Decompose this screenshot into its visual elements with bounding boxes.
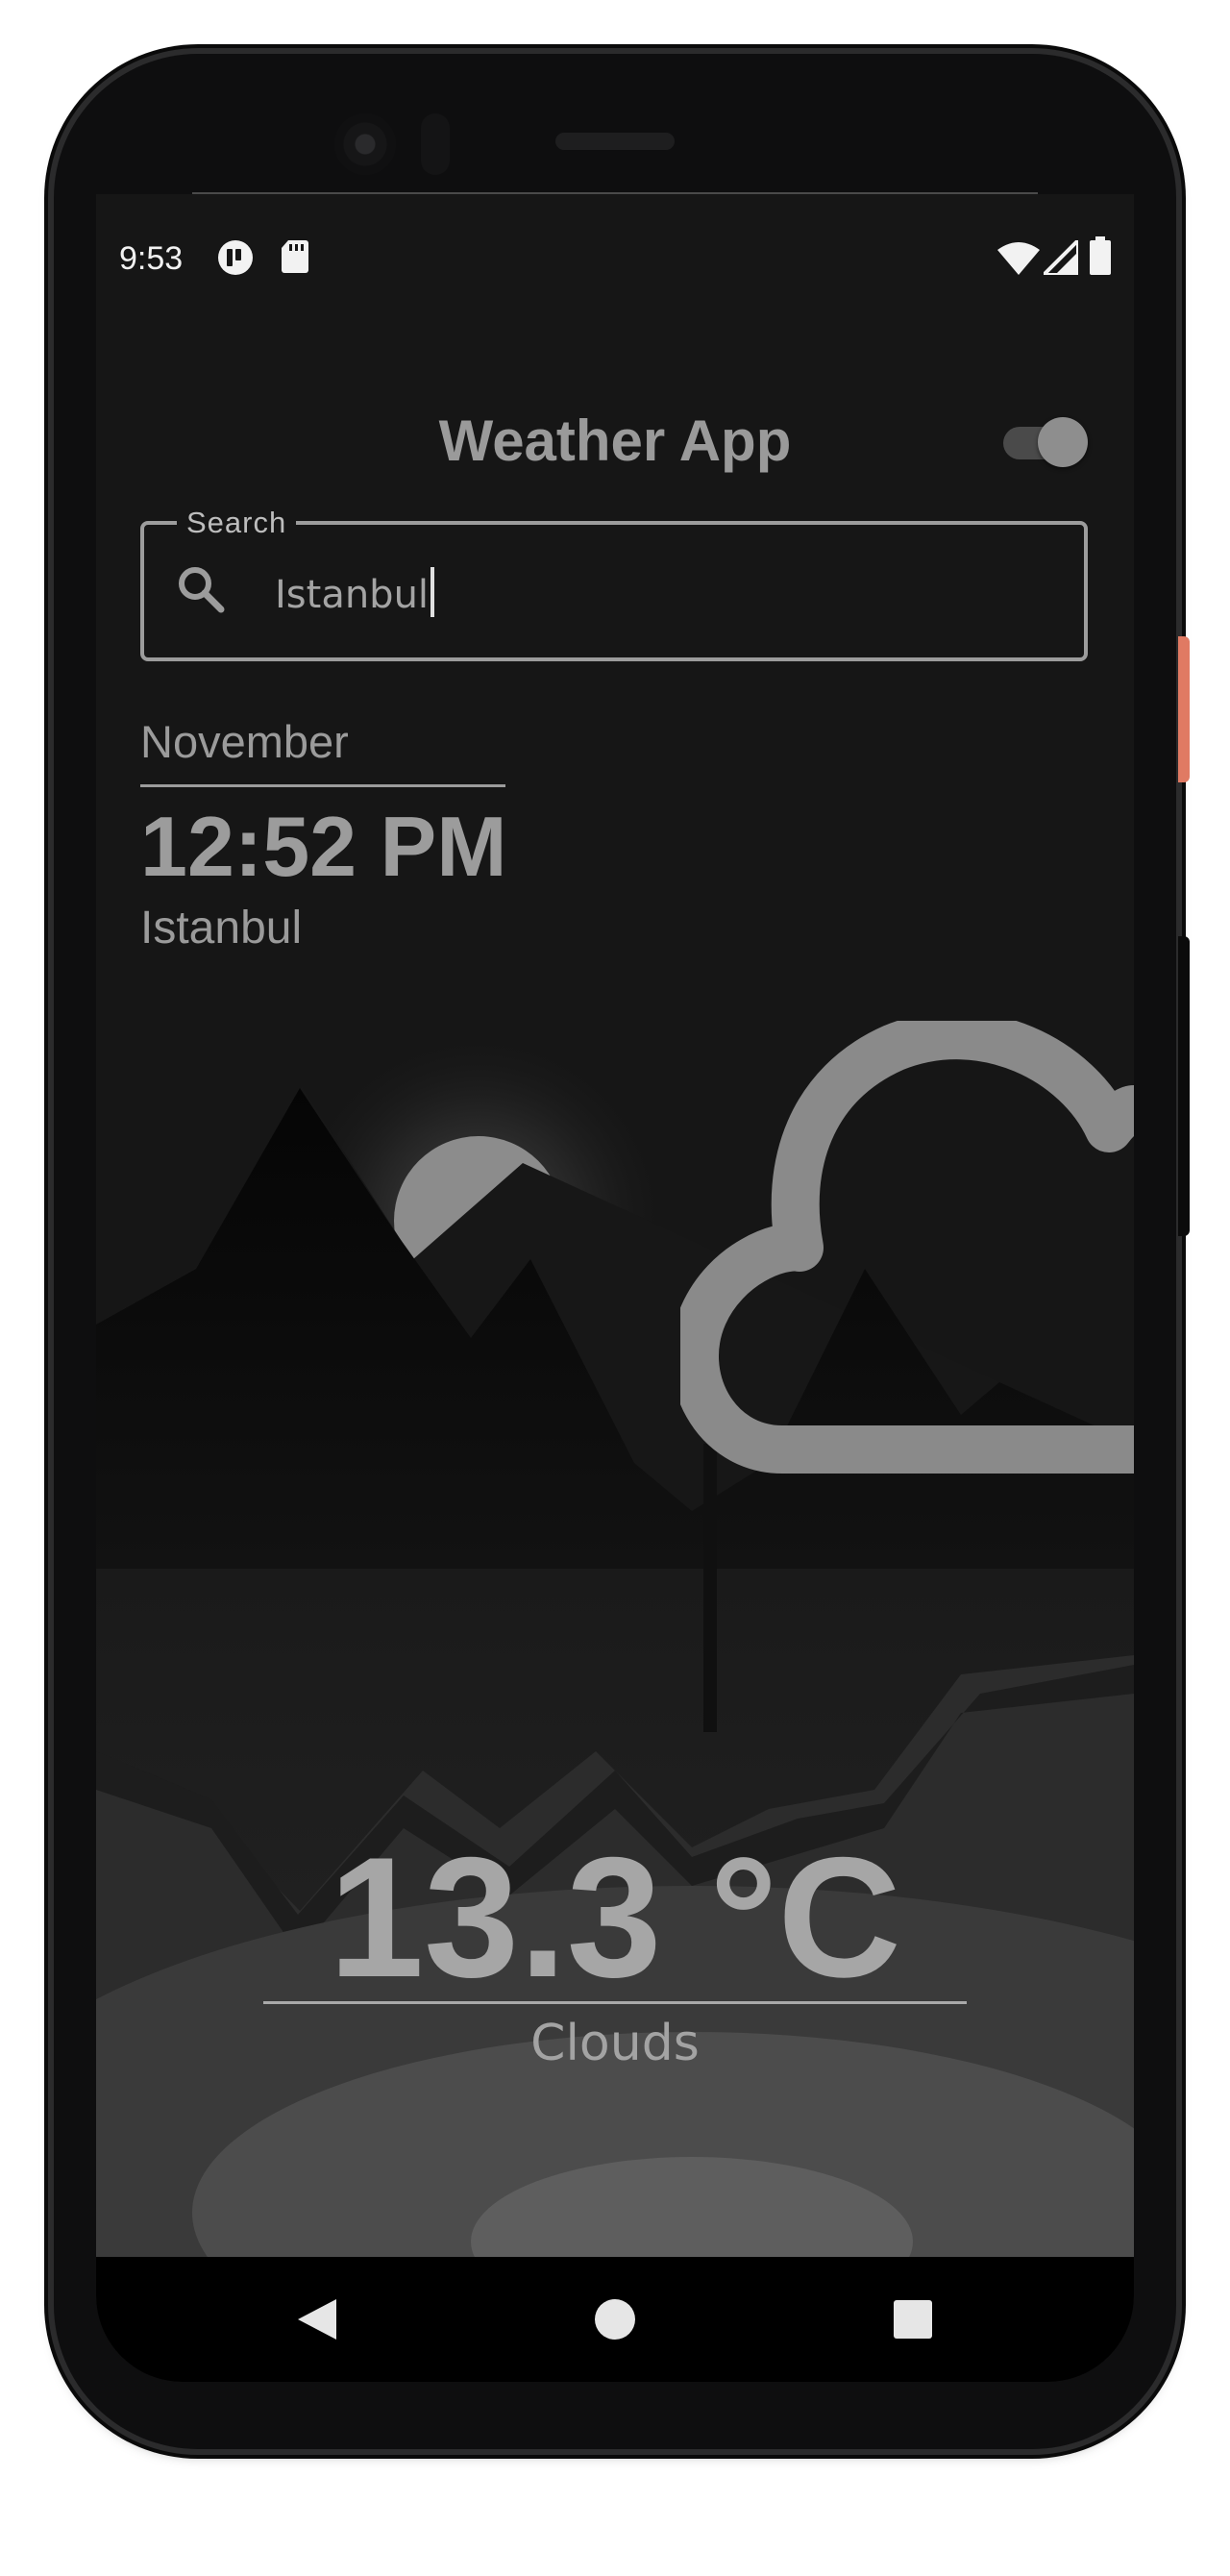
volume-button (1178, 936, 1190, 1236)
local-time: 12:52 PM (140, 799, 507, 894)
toggle-thumb (1038, 417, 1088, 467)
month-label: November (140, 716, 349, 767)
status-bar: 9:53 (96, 194, 1134, 319)
back-icon[interactable] (258, 2257, 373, 2382)
proximity-sensor (421, 113, 450, 175)
front-camera (334, 113, 396, 175)
power-button (1178, 636, 1190, 782)
screen-edge (192, 192, 1038, 194)
wifi-icon (997, 242, 1040, 275)
home-icon[interactable] (557, 2257, 673, 2382)
temperature-divider (263, 2001, 967, 2004)
text-cursor (430, 567, 435, 617)
sd-card-icon (282, 240, 308, 273)
search-icon (179, 567, 225, 613)
temperature-value: 13.3 °C (329, 1821, 901, 2013)
search-label: Search (177, 506, 297, 540)
recents-icon[interactable] (855, 2257, 971, 2382)
search-value[interactable]: Istanbul (275, 567, 435, 617)
search-value-text: Istanbul (275, 573, 430, 617)
city-label: Istanbul (140, 903, 303, 954)
cloud-icon (680, 1021, 1134, 1474)
weather-condition: Clouds (530, 2015, 700, 2072)
earpiece-speaker (555, 133, 675, 150)
status-time: 9:53 (119, 240, 184, 277)
screen: 9:53 Weather App Search Istanbul Novembe… (96, 194, 1134, 2382)
navigation-bar (96, 2257, 1134, 2382)
battery-icon (1090, 236, 1111, 275)
app-title: Weather App (438, 409, 792, 473)
month-divider (140, 784, 505, 787)
app-notification-icon (218, 240, 253, 275)
theme-toggle[interactable] (1001, 415, 1090, 469)
cell-signal-icon (1044, 240, 1078, 275)
